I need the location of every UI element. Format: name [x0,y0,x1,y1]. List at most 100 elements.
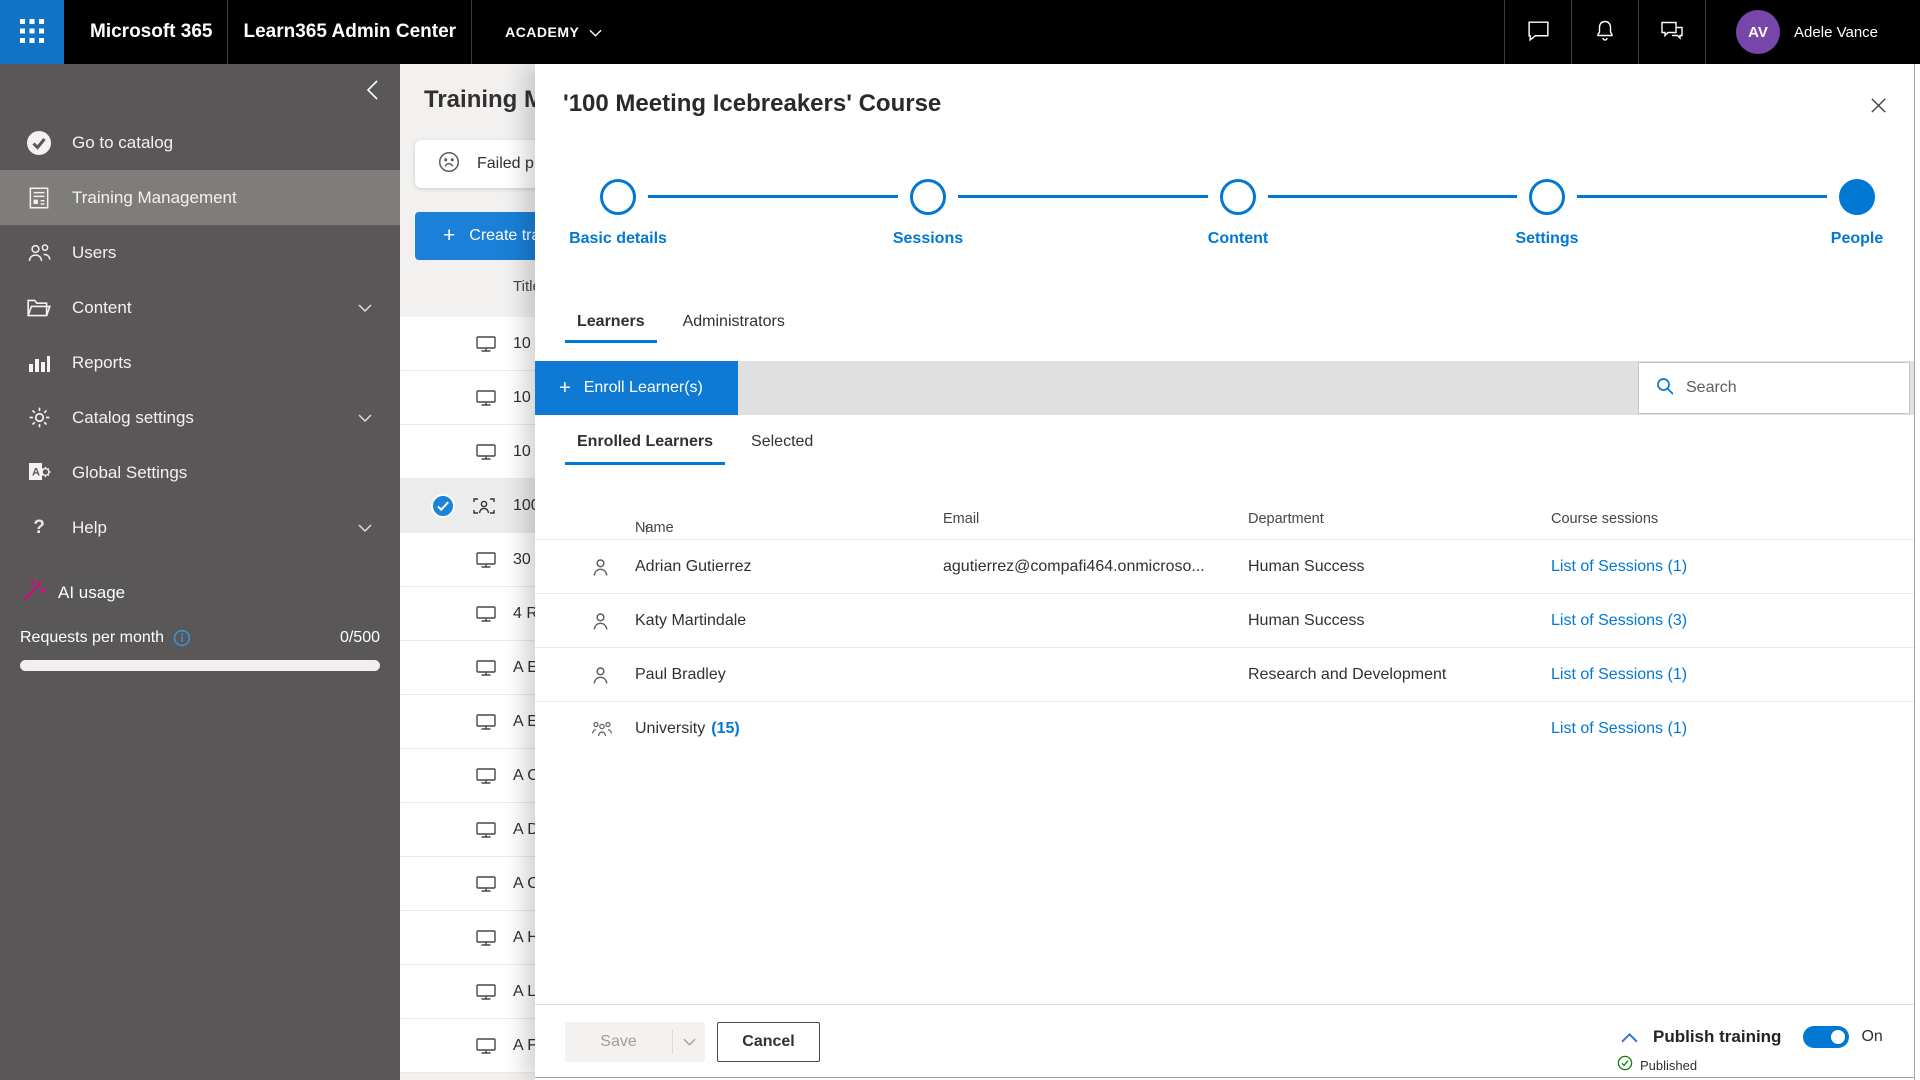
brand-title[interactable]: Microsoft 365 [90,21,212,43]
sidebar-item-users[interactable]: Users [0,225,400,280]
close-button[interactable] [1857,86,1899,128]
sidebar-item-go-to-catalog[interactable]: Go to catalog [0,115,400,170]
elearning-icon [475,550,497,570]
learners-toolbar: + Enroll Learner(s) [535,361,1914,415]
subtab-enrolled-learners[interactable]: Enrolled Learners [565,427,726,465]
table-row: Adrian Gutierrez agutierrez@compafi464.o… [535,540,1914,594]
search-box [1638,362,1910,414]
chevron-down-icon [358,523,372,532]
sidebar-item-reports[interactable]: Reports [0,335,400,390]
dialog-title: '100 Meeting Icebreakers' Course [563,90,942,117]
account-menu[interactable]: AV Adele Vance [1706,10,1920,54]
person-icon [590,664,611,685]
list-of-sessions-link[interactable]: List of Sessions (1) [1551,666,1687,684]
chevron-up-icon[interactable] [1620,1032,1639,1043]
sidebar-item-content[interactable]: Content [0,280,400,335]
user-name: Adele Vance [1794,23,1878,41]
publish-controls: Publish training On [1620,1026,1883,1048]
notifications-button[interactable] [1572,0,1638,64]
step-circle [1220,179,1256,215]
step-settings[interactable]: Settings [1467,179,1627,248]
sidebar-item-global-settings[interactable]: A Global Settings [0,445,400,500]
help-icon: ? [33,516,45,538]
toggle-state-label: On [1861,1028,1883,1045]
sidebar-item-training-management[interactable]: Training Management [0,170,400,225]
enroll-learners-button[interactable]: + Enroll Learner(s) [535,361,738,415]
requests-progress-bar [20,660,380,671]
footer-divider [535,1004,1914,1005]
table-row: University (15) List of Sessions (1) [535,702,1914,756]
sidebar-item-label: Training Management [72,187,237,207]
sidebar-item-label: Users [72,242,117,262]
feedback-button[interactable] [1639,0,1705,64]
ai-usage-label: AI usage [58,583,126,602]
ai-usage-row: AI usage [0,578,400,608]
screen: Microsoft 365 Learn365 Admin Center ACAD… [0,0,1920,1080]
step-sessions[interactable]: Sessions [848,179,1008,248]
learner-department: Human Success [1248,557,1365,575]
elearning-icon [475,712,497,732]
learner-name: Adrian Gutierrez [635,557,752,575]
app-launcher-button[interactable] [0,0,64,64]
column-header-email: Email [943,511,980,527]
sidebar-item-label: Reports [72,352,132,372]
learner-group-name[interactable]: University (15) [635,720,740,738]
requests-label: Requests per month [20,629,165,646]
search-input[interactable] [1686,379,1886,397]
product-title[interactable]: Learn365 Admin Center [243,21,456,43]
list-of-sessions-link[interactable]: List of Sessions (3) [1551,612,1687,630]
subtab-selected[interactable]: Selected [739,427,825,465]
course-people-dialog: '100 Meeting Icebreakers' Course Basic d… [535,64,1920,1080]
chevron-left-icon [364,78,382,105]
topbar-divider [471,0,473,64]
folder-icon [24,297,54,319]
person-icon [590,556,611,577]
publish-toggle[interactable] [1803,1026,1850,1048]
step-content[interactable]: Content [1158,179,1318,248]
document-icon [24,185,54,211]
list-of-sessions-link[interactable]: List of Sessions (1) [1551,558,1687,576]
chevron-down-icon [589,24,602,40]
chevron-down-icon[interactable] [673,1038,705,1046]
tab-learners[interactable]: Learners [565,307,657,343]
sidebar-item-help[interactable]: ? Help [0,500,400,555]
chevron-down-icon [358,413,372,422]
step-basic-details[interactable]: Basic details [538,179,698,248]
save-button[interactable]: Save [565,1022,705,1062]
publish-training-label: Publish training [1653,1027,1782,1046]
list-of-sessions-link[interactable]: List of Sessions (1) [1551,720,1687,738]
sort-ascending-icon: ↑ [643,520,650,536]
toggle-knob [1831,1030,1846,1044]
enroll-learners-label: Enroll Learner(s) [583,379,703,396]
modal-right-border [1914,64,1915,1080]
elearning-icon [475,604,497,624]
svg-text:A: A [32,466,40,478]
gear-icon [24,405,54,430]
sidebar-item-label: Global Settings [72,462,188,482]
learner-name: Katy Martindale [635,611,747,629]
tab-administrators[interactable]: Administrators [671,307,797,343]
chat-icon [1526,18,1551,46]
step-circle [1529,179,1565,215]
language-settings-icon: A [24,460,54,486]
info-icon[interactable] [173,629,191,647]
ai-usage-section: AI usage Requests per month 0/500 [0,578,400,671]
group-member-count: (15) [711,720,740,737]
top-app-bar: Microsoft 365 Learn365 Admin Center ACAD… [0,0,1920,64]
learner-subtabs: Enrolled Learners Selected [565,427,839,465]
plus-icon: + [559,376,571,399]
chat-button[interactable] [1505,0,1571,64]
publish-status: Published [1617,1055,1697,1076]
tenant-dropdown[interactable]: ACADEMY [505,24,602,40]
sidebar-collapse-button[interactable] [356,74,390,108]
sidebar-item-label: Catalog settings [72,407,194,427]
step-people-current[interactable]: People [1777,179,1920,248]
sidebar-item-label: Content [72,297,132,317]
sidebar-item-catalog-settings[interactable]: Catalog settings [0,390,400,445]
published-check-icon [1617,1055,1633,1076]
step-circle [1839,179,1875,215]
elearning-icon [475,658,497,678]
sidebar-item-label: Help [72,517,107,537]
close-icon [1869,96,1888,118]
cancel-button[interactable]: Cancel [717,1022,820,1062]
